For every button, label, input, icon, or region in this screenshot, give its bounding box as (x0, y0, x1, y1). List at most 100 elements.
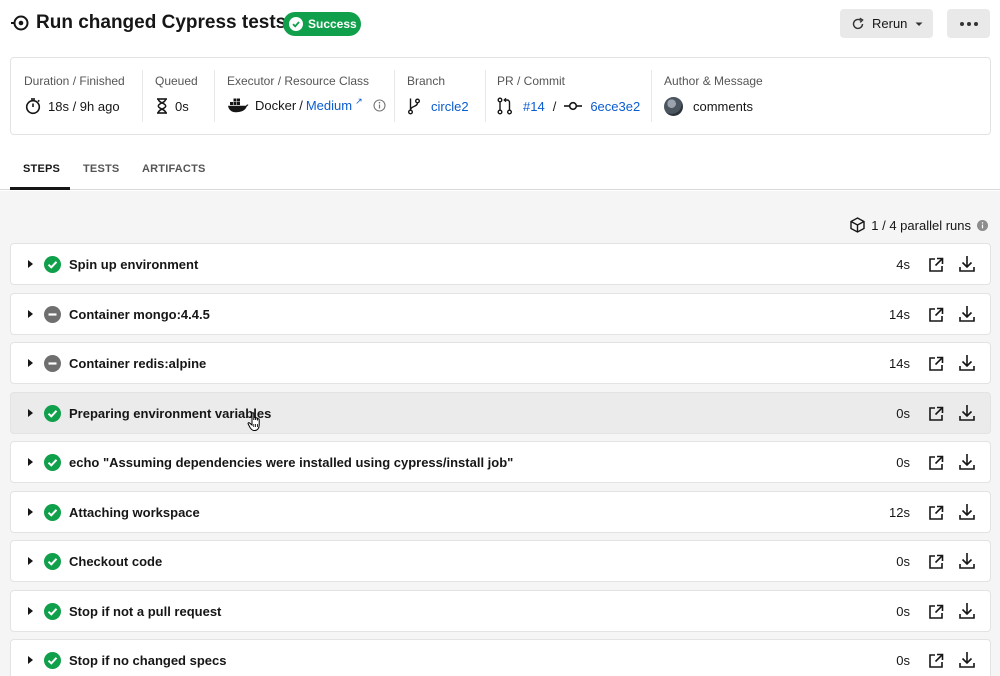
stopwatch-icon (25, 98, 41, 115)
expand-caret-icon[interactable] (28, 557, 33, 565)
download-icon[interactable] (957, 452, 977, 472)
open-in-new-icon[interactable] (927, 355, 945, 373)
active-tab-indicator (10, 187, 70, 190)
expand-caret-icon[interactable] (28, 458, 33, 466)
status-badge: Success (283, 12, 361, 36)
open-in-new-icon[interactable] (927, 306, 945, 324)
rerun-label: Rerun (872, 16, 908, 31)
step-row[interactable]: Spin up environment 4s (10, 243, 991, 285)
open-in-new-icon[interactable] (927, 603, 945, 621)
commit-icon (564, 101, 583, 111)
step-duration: 4s (896, 257, 910, 272)
step-row[interactable]: Attaching workspace 12s (10, 491, 991, 533)
step-name: Container mongo:4.4.5 (69, 307, 210, 322)
queued-label: Queued (155, 74, 198, 88)
step-duration: 14s (889, 307, 910, 322)
success-check-icon (44, 553, 61, 570)
step-duration: 0s (896, 554, 910, 569)
download-icon[interactable] (957, 551, 977, 571)
expand-caret-icon[interactable] (28, 260, 33, 268)
success-check-icon (44, 652, 61, 669)
pipeline-dot-icon (11, 15, 29, 31)
download-icon[interactable] (957, 601, 977, 621)
download-icon[interactable] (957, 403, 977, 423)
download-icon[interactable] (957, 254, 977, 274)
neutral-status-icon (44, 355, 61, 372)
rerun-button[interactable]: Rerun (840, 9, 933, 38)
author-label: Author & Message (664, 74, 763, 88)
parallel-runs[interactable]: 1 / 4 parallel runs (850, 217, 988, 233)
step-row[interactable]: Container redis:alpine 14s (10, 342, 991, 384)
expand-caret-icon[interactable] (28, 656, 33, 664)
branch-label: Branch (407, 74, 446, 88)
duration-label: Duration / Finished (24, 74, 125, 88)
commit-link[interactable]: 6ece3e2 (590, 99, 640, 114)
download-icon[interactable] (957, 502, 977, 522)
steps-panel: 1 / 4 parallel runs Spin up environment 4… (0, 191, 1000, 676)
step-duration: 12s (889, 505, 910, 520)
success-check-icon (44, 504, 61, 521)
job-tabs: STEPS TESTS ARTIFACTS (0, 150, 1000, 190)
open-in-new-icon[interactable] (927, 652, 945, 670)
duration-value: 18s / 9h ago (48, 98, 120, 114)
download-icon[interactable] (957, 650, 977, 670)
docker-icon (228, 98, 249, 113)
avatar[interactable] (664, 97, 683, 116)
refresh-icon (852, 17, 864, 29)
chevron-down-icon (915, 22, 923, 26)
success-check-icon (44, 256, 61, 273)
job-header: Run changed Cypress tests Success Rerun (0, 0, 1000, 50)
step-name: echo "Assuming dependencies were install… (69, 455, 514, 470)
step-row[interactable]: Container mongo:4.4.5 14s (10, 293, 991, 335)
neutral-status-icon (44, 306, 61, 323)
tab-steps[interactable]: STEPS (23, 163, 60, 175)
expand-caret-icon[interactable] (28, 359, 33, 367)
expand-caret-icon[interactable] (28, 508, 33, 516)
more-horizontal-icon (959, 21, 964, 26)
step-name: Container redis:alpine (69, 356, 207, 371)
step-row[interactable]: echo "Assuming dependencies were install… (10, 441, 991, 483)
info-icon[interactable] (373, 98, 386, 112)
step-name: Stop if not a pull request (69, 604, 222, 619)
open-in-new-icon[interactable] (927, 504, 945, 522)
tab-artifacts[interactable]: ARTIFACTS (142, 163, 206, 175)
open-in-new-icon[interactable] (927, 553, 945, 571)
resource-class-link[interactable]: Medium (306, 98, 352, 113)
expand-caret-icon[interactable] (28, 409, 33, 417)
download-icon[interactable] (957, 304, 977, 324)
step-duration: 0s (896, 455, 910, 470)
parallel-runs-label: 1 / 4 parallel runs (871, 217, 971, 233)
step-row[interactable]: Preparing environment variables 0s (10, 392, 991, 434)
info-icon[interactable] (977, 219, 988, 231)
step-duration: 0s (896, 406, 910, 421)
more-options-button[interactable] (947, 9, 990, 38)
success-check-icon (44, 454, 61, 471)
tab-tests[interactable]: TESTS (83, 163, 119, 175)
page-title: Run changed Cypress tests (36, 12, 287, 33)
status-badge-label: Success (308, 17, 357, 31)
step-row[interactable]: Stop if not a pull request 0s (10, 590, 991, 632)
download-icon[interactable] (957, 353, 977, 373)
step-name: Spin up environment (69, 257, 199, 272)
step-duration: 0s (896, 653, 910, 668)
step-row[interactable]: Checkout code 0s (10, 540, 991, 582)
branch-icon (408, 98, 420, 115)
executor-label: Executor / Resource Class (227, 74, 370, 88)
branch-link[interactable]: circle2 (431, 99, 469, 114)
success-check-icon (44, 405, 61, 422)
external-link-icon: ↗ (355, 95, 363, 106)
pr-link[interactable]: #14 (523, 99, 545, 114)
open-in-new-icon[interactable] (927, 405, 945, 423)
open-in-new-icon[interactable] (927, 454, 945, 472)
step-row[interactable]: Stop if no changed specs 0s (10, 639, 991, 676)
expand-caret-icon[interactable] (28, 607, 33, 615)
step-duration: 14s (889, 356, 910, 371)
queued-value: 0s (175, 98, 189, 114)
success-check-icon (44, 603, 61, 620)
cube-icon (850, 217, 865, 233)
pr-commit-label: PR / Commit (497, 74, 566, 88)
hourglass-icon (157, 98, 167, 114)
expand-caret-icon[interactable] (28, 310, 33, 318)
step-name: Attaching workspace (69, 505, 200, 520)
open-in-new-icon[interactable] (927, 256, 945, 274)
